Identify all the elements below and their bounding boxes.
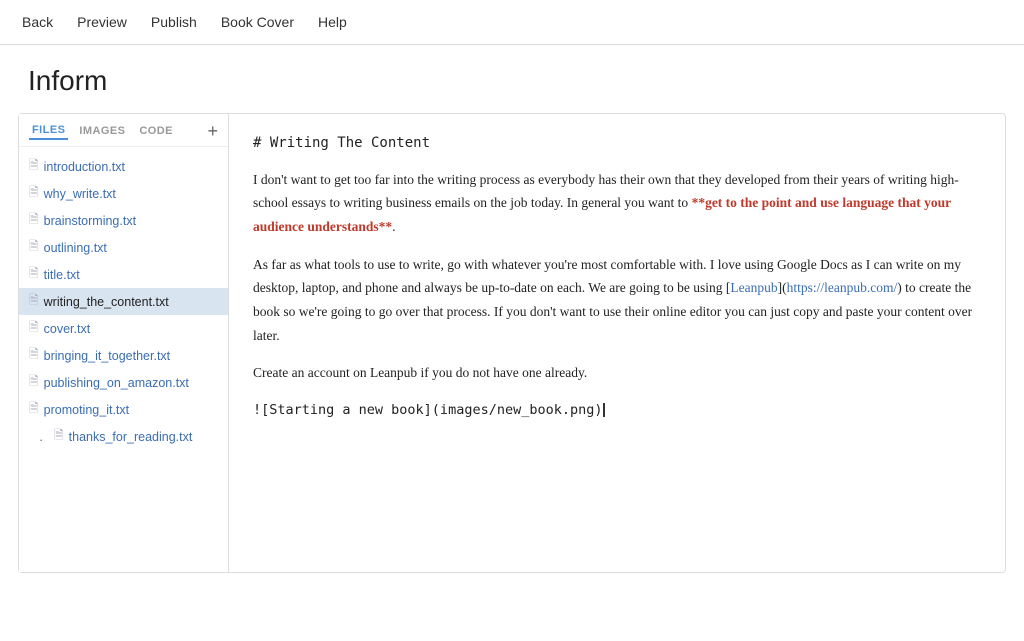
indent-marker: · (39, 433, 47, 441)
file-item-cover[interactable]: 🗎 cover.txt (19, 315, 228, 342)
file-icon: 🗎 (29, 345, 39, 366)
nav-back[interactable]: Back (20, 10, 55, 34)
file-icon: 🗎 (29, 156, 39, 177)
file-item-thanks-for-reading[interactable]: · 🗎 thanks_for_reading.txt (19, 423, 228, 450)
file-name: why_write.txt (44, 187, 116, 201)
file-icon: 🗎 (29, 291, 39, 312)
file-icon: 🗎 (29, 318, 39, 339)
bold-red-text-1: **get to the point and use language that… (253, 195, 951, 234)
nav-book-cover[interactable]: Book Cover (219, 10, 296, 34)
nav-help[interactable]: Help (316, 10, 349, 34)
editor-content: # Writing The Content I don't want to ge… (253, 132, 981, 422)
leanpub-url[interactable]: https://leanpub.com/ (787, 280, 898, 295)
nav-publish[interactable]: Publish (149, 10, 199, 34)
cursor-line: ![Starting a new book](images/new_book.p… (253, 399, 981, 422)
file-item-introduction[interactable]: 🗎 introduction.txt (19, 153, 228, 180)
editor-paragraph-3: Create an account on Leanpub if you do n… (253, 361, 981, 385)
tab-images[interactable]: IMAGES (76, 123, 128, 139)
sidebar: FILES IMAGES CODE + 🗎 introduction.txt 🗎… (19, 114, 229, 572)
tab-files[interactable]: FILES (29, 122, 68, 140)
file-item-promoting[interactable]: 🗎 promoting_it.txt (19, 396, 228, 423)
file-icon: 🗎 (29, 237, 39, 258)
file-item-outlining[interactable]: 🗎 outlining.txt (19, 234, 228, 261)
page-title: Inform (0, 45, 1024, 113)
text-cursor (603, 403, 605, 417)
editor-area[interactable]: # Writing The Content I don't want to ge… (229, 114, 1005, 572)
file-item-writing-the-content[interactable]: 🗎 writing_the_content.txt (19, 288, 228, 315)
file-name: thanks_for_reading.txt (69, 430, 193, 444)
file-icon: 🗎 (29, 210, 39, 231)
nav-preview[interactable]: Preview (75, 10, 129, 34)
cursor-line-text: ![Starting a new book](images/new_book.p… (253, 402, 603, 418)
file-name: title.txt (44, 268, 80, 282)
file-name: brainstorming.txt (44, 214, 136, 228)
editor-heading: # Writing The Content (253, 132, 981, 156)
file-icon: 🗎 (29, 372, 39, 393)
file-item-bringing-together[interactable]: 🗎 bringing_it_together.txt (19, 342, 228, 369)
add-file-button[interactable]: + (207, 122, 218, 140)
top-navigation: Back Preview Publish Book Cover Help (0, 0, 1024, 45)
file-list: 🗎 introduction.txt 🗎 why_write.txt 🗎 bra… (19, 147, 228, 456)
editor-paragraph-2: As far as what tools to use to write, go… (253, 253, 981, 348)
file-icon: 🗎 (29, 264, 39, 285)
file-name: publishing_on_amazon.txt (44, 376, 189, 390)
file-icon: 🗎 (29, 399, 39, 420)
file-name: outlining.txt (44, 241, 107, 255)
file-name: introduction.txt (44, 160, 125, 174)
file-name: bringing_it_together.txt (44, 349, 170, 363)
file-name: cover.txt (44, 322, 91, 336)
file-name: writing_the_content.txt (44, 295, 169, 309)
leanpub-link[interactable]: Leanpub (730, 280, 777, 295)
sidebar-tab-bar: FILES IMAGES CODE + (19, 114, 228, 147)
file-item-brainstorming[interactable]: 🗎 brainstorming.txt (19, 207, 228, 234)
editor-paragraph-1: I don't want to get too far into the wri… (253, 168, 981, 239)
tab-code[interactable]: CODE (136, 123, 176, 139)
main-container: FILES IMAGES CODE + 🗎 introduction.txt 🗎… (18, 113, 1006, 573)
file-item-publishing-on-amazon[interactable]: 🗎 publishing_on_amazon.txt (19, 369, 228, 396)
file-icon: 🗎 (29, 183, 39, 204)
file-item-title[interactable]: 🗎 title.txt (19, 261, 228, 288)
file-icon: 🗎 (54, 426, 64, 447)
file-name: promoting_it.txt (44, 403, 129, 417)
file-item-why-write[interactable]: 🗎 why_write.txt (19, 180, 228, 207)
